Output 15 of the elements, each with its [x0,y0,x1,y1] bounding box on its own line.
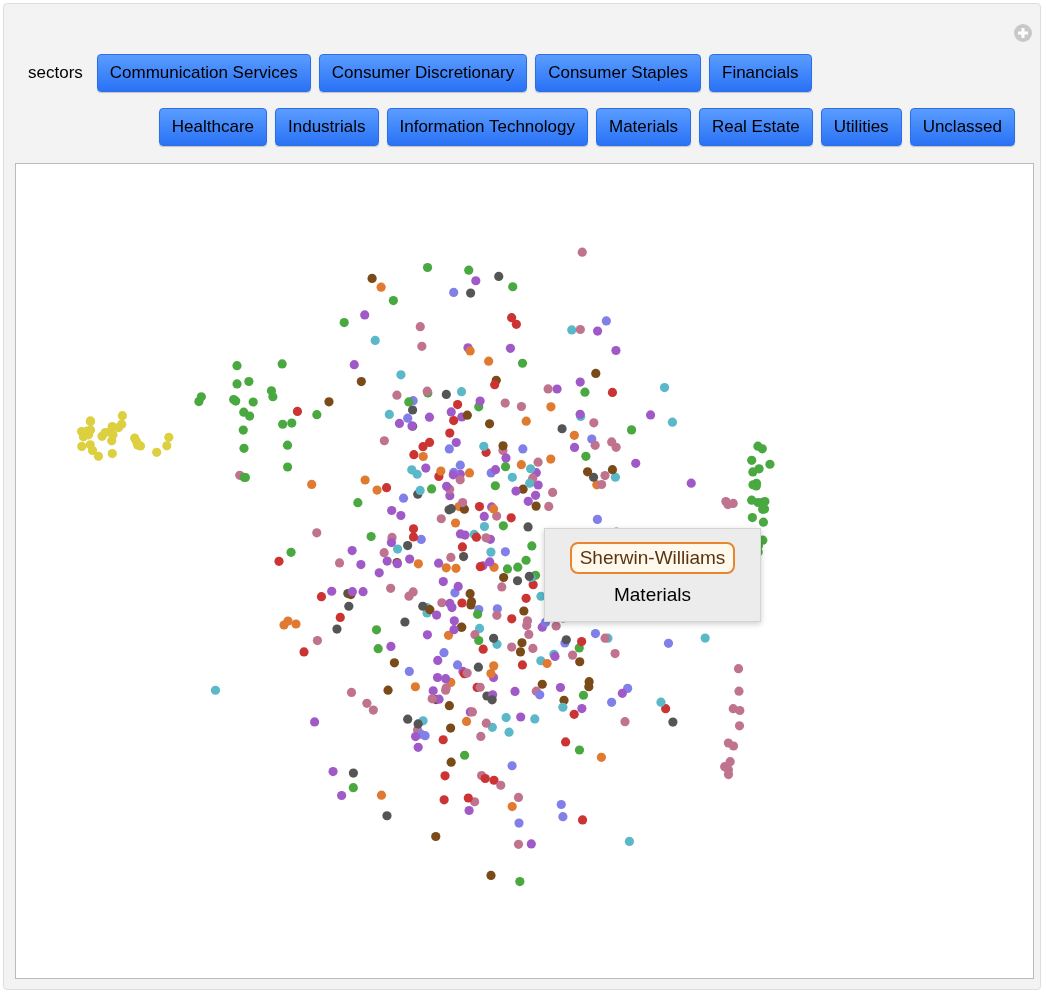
sector-button[interactable]: Materials [595,108,691,146]
sector-button[interactable]: Consumer Discretionary [318,54,528,92]
tooltip-title: Sherwin-Williams [569,542,736,574]
sector-button[interactable]: Communication Services [96,54,311,92]
sector-button[interactable]: Financials [709,54,812,92]
sector-button[interactable]: Real Estate [698,108,813,146]
sector-button[interactable]: Industrials [275,108,379,146]
tooltip-subtitle: Materials [613,584,692,606]
sector-button[interactable]: Unclassed [909,108,1015,146]
sector-button[interactable]: Consumer Staples [535,54,701,92]
plus-icon[interactable] [1014,24,1032,42]
sector-button[interactable]: Utilities [820,108,902,146]
sector-button[interactable]: Healthcare [158,108,267,146]
sector-button[interactable]: Information Technology [386,108,588,146]
sectors-label: sectors [28,63,83,83]
